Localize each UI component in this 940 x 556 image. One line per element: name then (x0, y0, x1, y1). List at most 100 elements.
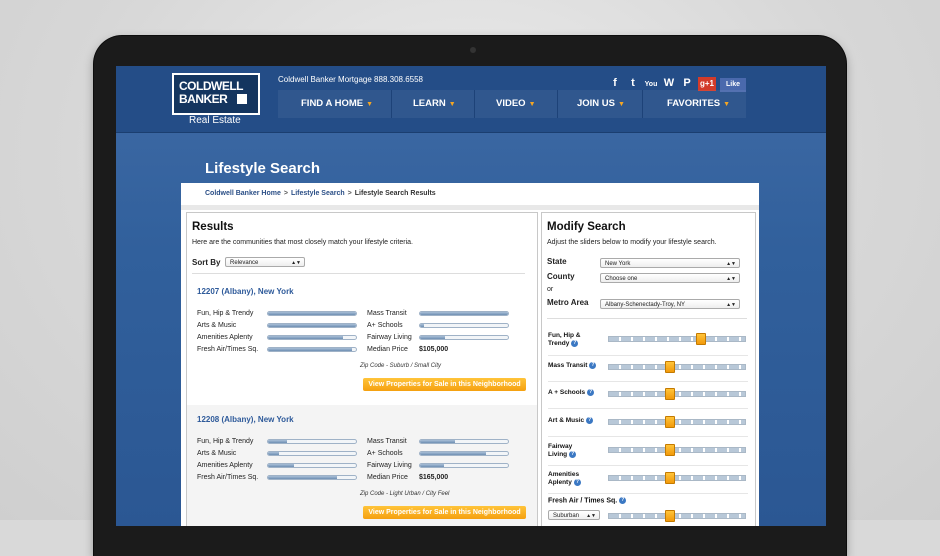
metric-label: Amenities Aplenty (197, 462, 253, 469)
metric-label: Mass Transit (367, 438, 407, 445)
slider-label-line2: Aplenty? (548, 479, 581, 486)
select-arrows-icon: ▲▼ (726, 302, 736, 308)
nav-divider (557, 90, 558, 118)
metric-bar-fill (268, 464, 295, 467)
fresh-air-text: Fresh Air / Times Sq. (548, 497, 618, 505)
results-subtitle: Here are the communities that most close… (192, 239, 413, 246)
slider-label-line2: Trendy? (548, 340, 579, 348)
facebook-icon[interactable]: f (608, 76, 622, 90)
pinterest-icon[interactable]: P (680, 76, 694, 90)
coldwell-banker-logo[interactable]: COLDWELL BANKER (172, 73, 260, 115)
help-icon[interactable]: ? (569, 451, 577, 458)
metric-label: Fresh Air/Times Sq. (197, 474, 259, 481)
metric-bar-fill (268, 312, 356, 315)
slider-handle[interactable] (664, 361, 675, 373)
slider-handle[interactable] (696, 333, 707, 345)
nav-video[interactable]: VIDEO ▼ (496, 98, 536, 109)
slider-handle[interactable] (664, 510, 675, 522)
metric-label: Median Price (367, 474, 408, 481)
help-icon[interactable]: ? (571, 340, 579, 347)
slider-label-line2: Living? (548, 451, 577, 459)
slider-fairway-living: Fairway Living? (548, 440, 748, 464)
slider-label: Fun, Hip & (548, 332, 581, 339)
nav-favorites[interactable]: FAVORITES ▼ (667, 98, 730, 109)
metric-label: A+ Schools (367, 322, 403, 329)
slider-track[interactable] (608, 388, 746, 400)
metric-bar-fill (268, 452, 279, 455)
content-card: Coldwell Banker Home > Lifestyle Search > Li… (181, 183, 759, 526)
view-properties-button[interactable]: View Properties for Sale in this Neighbo… (363, 506, 526, 519)
nav-join-us[interactable]: JOIN US ▼ (577, 98, 625, 109)
slider-label-text: Trendy (548, 340, 570, 348)
modify-search-panel: Modify Search Adjust the sliders below t… (541, 212, 756, 526)
slider-label-text: Mass Transit (548, 362, 588, 370)
wordpress-icon[interactable]: W (662, 76, 676, 90)
slider-label-line1: Art & Music? (548, 417, 594, 425)
metro-value: Albany-Schenectady-Troy, NY (605, 302, 686, 308)
slider-label-text: Living (548, 451, 568, 459)
county-select[interactable]: Choose one ▲▼ (600, 273, 740, 283)
metric-bar-fill (420, 336, 445, 339)
metric-bar-fill (268, 324, 356, 327)
breadcrumb-lifestyle[interactable]: Lifestyle Search (291, 190, 345, 197)
slider-track[interactable] (608, 416, 746, 428)
community-title[interactable]: 12207 (Albany), New York (197, 287, 294, 296)
state-value: New York (605, 261, 631, 267)
slider-handle[interactable] (664, 472, 675, 484)
slider-track[interactable] (608, 361, 746, 373)
slider-track[interactable] (608, 472, 746, 484)
view-properties-button[interactable]: View Properties for Sale in this Neighbo… (363, 378, 526, 391)
nav-label: LEARN (413, 98, 446, 109)
help-icon[interactable]: ? (589, 362, 597, 369)
metro-label: Metro Area (547, 298, 589, 307)
metric-bar-fill (420, 324, 425, 327)
community-title[interactable]: 12208 (Albany), New York (197, 415, 294, 424)
breadcrumb: Coldwell Banker Home > Lifestyle Search > Li… (205, 190, 436, 197)
metric-label: Fairway Living (367, 462, 412, 469)
median-price: $165,000 (419, 474, 449, 481)
metric-bar (419, 451, 509, 456)
help-icon[interactable]: ? (573, 479, 581, 486)
metric-label: Arts & Music (197, 322, 237, 329)
metric-bar (267, 439, 357, 444)
nav-label: VIDEO (496, 98, 526, 109)
metro-select[interactable]: Albany-Schenectady-Troy, NY ▲▼ (600, 299, 740, 309)
slider-handle[interactable] (664, 444, 675, 456)
slider-track[interactable] (608, 333, 746, 345)
metric-label: Fairway Living (367, 334, 412, 341)
metric-bar (419, 463, 509, 468)
slider-handle[interactable] (664, 388, 675, 400)
state-select[interactable]: New York ▲▼ (600, 258, 740, 268)
divider (548, 408, 748, 409)
help-icon[interactable]: ? (586, 417, 594, 424)
help-icon[interactable]: ? (619, 497, 627, 504)
divider (548, 465, 748, 466)
metric-bar (267, 451, 357, 456)
chevron-down-icon: ▼ (723, 101, 731, 108)
breadcrumb-sep: > (283, 190, 288, 197)
slider-track[interactable] (608, 444, 746, 456)
google-plus-button[interactable]: g+1 (698, 77, 716, 91)
nav-find-a-home[interactable]: FIND A HOME ▼ (301, 98, 373, 109)
nav-learn[interactable]: LEARN ▼ (413, 98, 456, 109)
fresh-air-label: Fresh Air / Times Sq.? (548, 497, 627, 505)
mortgage-phone: Coldwell Banker Mortgage 888.308.6558 (278, 75, 423, 84)
twitter-icon[interactable]: t (626, 76, 640, 90)
metric-bar-fill (268, 348, 352, 351)
slider-fun-hip-trendy: Fun, Hip & Trendy? (548, 329, 748, 353)
breadcrumb-home[interactable]: Coldwell Banker Home (205, 190, 281, 197)
divider (548, 436, 748, 437)
logo-mark-icon (237, 94, 247, 104)
slider-handle[interactable] (664, 416, 675, 428)
nav-label: FAVORITES (667, 98, 721, 109)
slider-track[interactable] (608, 510, 746, 522)
metric-bar (267, 335, 357, 340)
fresh-air-select[interactable]: Suburban ▲▼ (548, 510, 600, 520)
slider-label: Fairway (548, 443, 573, 450)
sort-select[interactable]: Relevance ▲▼ (225, 257, 305, 267)
zip-note: Zip Code - Suburb / Small City (360, 363, 442, 369)
metric-bar (267, 347, 357, 352)
slider-label-text: Art & Music (548, 417, 585, 425)
zip-note: Zip Code - Light Urban / City Feel (360, 491, 450, 497)
help-icon[interactable]: ? (587, 389, 595, 396)
